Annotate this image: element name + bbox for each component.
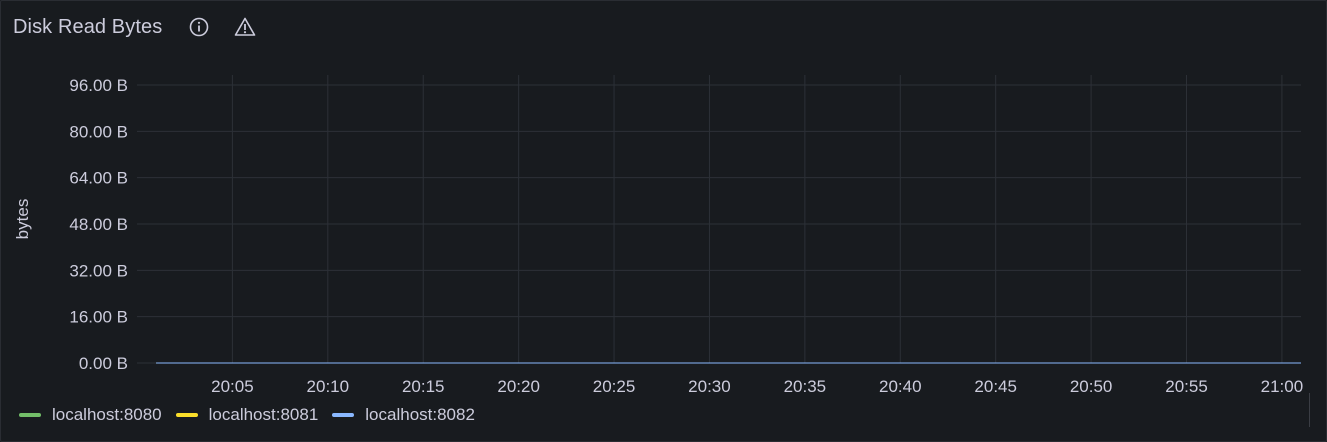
y-tick-label: 80.00 B — [69, 122, 128, 141]
x-tick-label: 20:40 — [879, 377, 922, 396]
legend: localhost:8080 localhost:8081 localhost:80… — [19, 403, 489, 427]
y-tick-label: 48.00 B — [69, 215, 128, 234]
y-tick-label: 0.00 B — [79, 354, 128, 373]
y-tick-label: 16.00 B — [69, 308, 128, 327]
time-series-chart[interactable]: 0.00 B 16.00 B 32.00 B 48.00 B 64.00 B 80.00 … — [1, 1, 1326, 401]
x-tick-label: 20:45 — [974, 377, 1017, 396]
x-tick-label: 20:15 — [402, 377, 445, 396]
x-tick-label: 20:55 — [1165, 377, 1208, 396]
legend-swatch — [332, 413, 355, 417]
legend-label: localhost:8082 — [365, 405, 475, 424]
y-tick-label: 64.00 B — [69, 169, 128, 188]
x-tick-label: 20:35 — [784, 377, 827, 396]
legend-label: localhost:8080 — [52, 405, 162, 424]
panel: Disk Read Bytes 0.00 B 16.00 B 32.00 B 48.0… — [0, 0, 1327, 442]
x-tick-label: 20:05 — [211, 377, 254, 396]
legend-swatch — [19, 413, 41, 417]
y-axis-label: bytes — [13, 199, 32, 240]
panel-resize-handle[interactable] — [1309, 393, 1310, 427]
x-tick-label: 20:50 — [1070, 377, 1113, 396]
x-tick-label: 20:20 — [497, 377, 540, 396]
legend-label: localhost:8081 — [208, 405, 319, 424]
legend-item[interactable]: localhost:8081 — [175, 405, 319, 425]
legend-item[interactable]: localhost:8082 — [332, 405, 475, 425]
x-tick-label: 20:10 — [307, 377, 350, 396]
y-tick-label: 32.00 B — [69, 261, 128, 280]
x-tick-label: 21:00 — [1261, 377, 1304, 396]
x-tick-label: 20:25 — [593, 377, 636, 396]
x-tick-label: 20:30 — [688, 377, 731, 396]
legend-swatch — [175, 413, 198, 417]
y-tick-label: 96.00 B — [69, 76, 128, 95]
legend-item[interactable]: localhost:8080 — [19, 405, 162, 425]
